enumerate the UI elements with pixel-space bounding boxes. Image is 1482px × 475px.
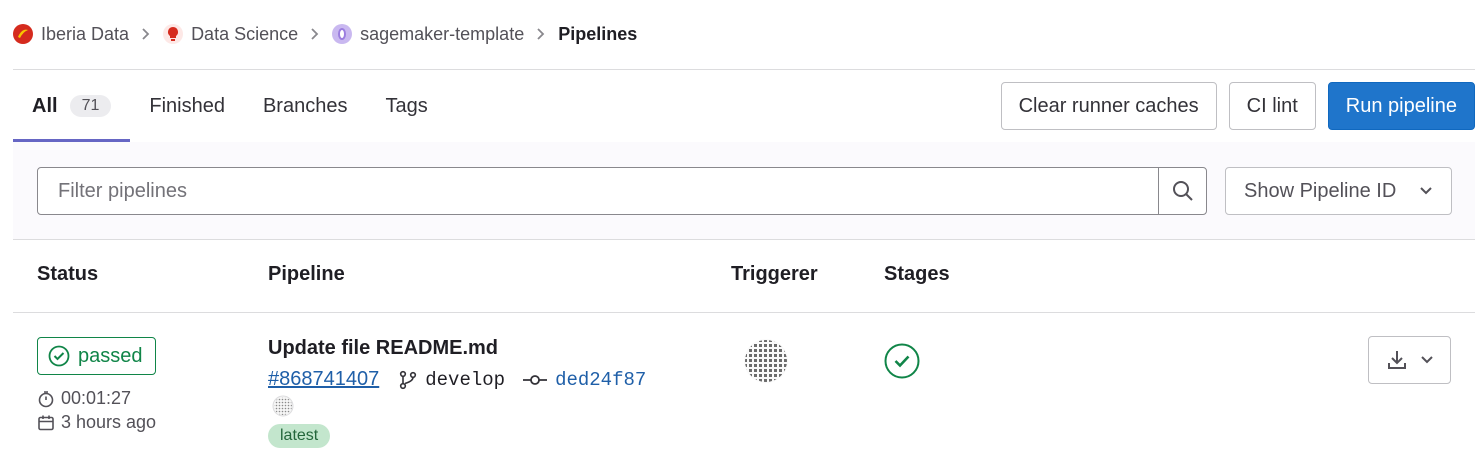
column-header-triggerer: Triggerer — [731, 263, 818, 285]
breadcrumb-label: sagemaker-template — [360, 23, 525, 44]
table-divider — [13, 312, 1475, 313]
chevron-right-icon — [536, 27, 546, 41]
breadcrumb-current: Pipelines — [558, 23, 638, 44]
tab-all[interactable]: All 71 — [13, 70, 131, 142]
filter-pipelines-input[interactable]: Filter pipelines — [37, 167, 1207, 215]
download-icon — [1387, 351, 1406, 369]
pipeline-id-link[interactable]: #868741407 — [268, 368, 379, 391]
lightbulb-icon — [163, 24, 184, 44]
breadcrumb-item-sagemaker-template[interactable]: sagemaker-template — [332, 24, 524, 45]
ci-lint-button[interactable]: CI lint — [1228, 82, 1316, 130]
breadcrumb-item-data-science[interactable]: Data Science — [163, 24, 298, 45]
tab-finished[interactable]: Finished — [130, 70, 244, 142]
user-avatar[interactable] — [272, 395, 294, 422]
tab-label: Finished — [149, 94, 225, 117]
tab-branches[interactable]: Branches — [244, 70, 367, 142]
tab-label: Branches — [262, 94, 348, 117]
triggerer-avatar[interactable] — [743, 338, 789, 389]
chevron-down-icon — [1420, 356, 1433, 364]
clear-runner-caches-button[interactable]: Clear runner caches — [1000, 82, 1217, 130]
finished-value: 3 hours ago — [61, 412, 157, 432]
project-avatar-icon — [332, 24, 353, 44]
tab-tags[interactable]: Tags — [366, 70, 446, 142]
pipeline-meta: #868741407 develop ded24f87 — [268, 368, 646, 391]
column-header-stages: Stages — [884, 263, 950, 285]
status-label: passed — [78, 344, 143, 367]
filter-placeholder: Filter pipelines — [58, 179, 187, 202]
column-header-status: Status — [37, 263, 99, 285]
calendar-icon — [38, 415, 54, 430]
check-circle-icon — [48, 345, 70, 367]
show-pipeline-id-select[interactable]: Show Pipeline ID — [1225, 167, 1452, 215]
commit-sha-link[interactable]: ded24f87 — [555, 369, 646, 391]
latest-badge: latest — [268, 424, 331, 448]
run-pipeline-button[interactable]: Run pipeline — [1327, 82, 1475, 130]
duration-value: 00:01:27 — [61, 388, 132, 408]
finished-time: 3 hours ago — [37, 412, 156, 433]
header-actions: Clear runner caches CI lint Run pipeline — [1000, 82, 1475, 130]
select-label: Show Pipeline ID — [1244, 179, 1397, 202]
search-icon — [1172, 181, 1193, 201]
branch-icon — [400, 370, 417, 389]
tab-count-badge: 71 — [69, 95, 112, 117]
pipeline-tabs: All 71 Finished Branches Tags — [13, 70, 447, 142]
duration: 00:01:27 — [37, 388, 131, 409]
column-header-pipeline: Pipeline — [268, 263, 345, 285]
branch-link[interactable]: develop — [425, 369, 505, 391]
chevron-down-icon — [1420, 187, 1432, 195]
chevron-right-icon — [141, 27, 151, 41]
breadcrumb-label: Data Science — [191, 23, 299, 44]
breadcrumb-item-iberia-data[interactable]: Iberia Data — [13, 24, 129, 45]
chevron-right-icon — [310, 27, 320, 41]
iberia-logo-icon — [13, 24, 33, 44]
tab-label: Tags — [385, 94, 428, 117]
breadcrumb: Iberia Data Data Science sagemaker-templ… — [13, 20, 637, 48]
download-artifacts-dropdown[interactable] — [1368, 336, 1451, 384]
commit-icon — [523, 374, 548, 385]
stage-passed-icon[interactable] — [884, 343, 920, 384]
status-badge[interactable]: passed — [37, 337, 156, 375]
tab-label: All — [32, 94, 58, 117]
timer-icon — [38, 390, 54, 407]
commit-title-link[interactable]: Update file README.md — [268, 337, 498, 360]
search-button[interactable] — [1158, 168, 1206, 214]
breadcrumb-label: Iberia Data — [41, 23, 130, 44]
